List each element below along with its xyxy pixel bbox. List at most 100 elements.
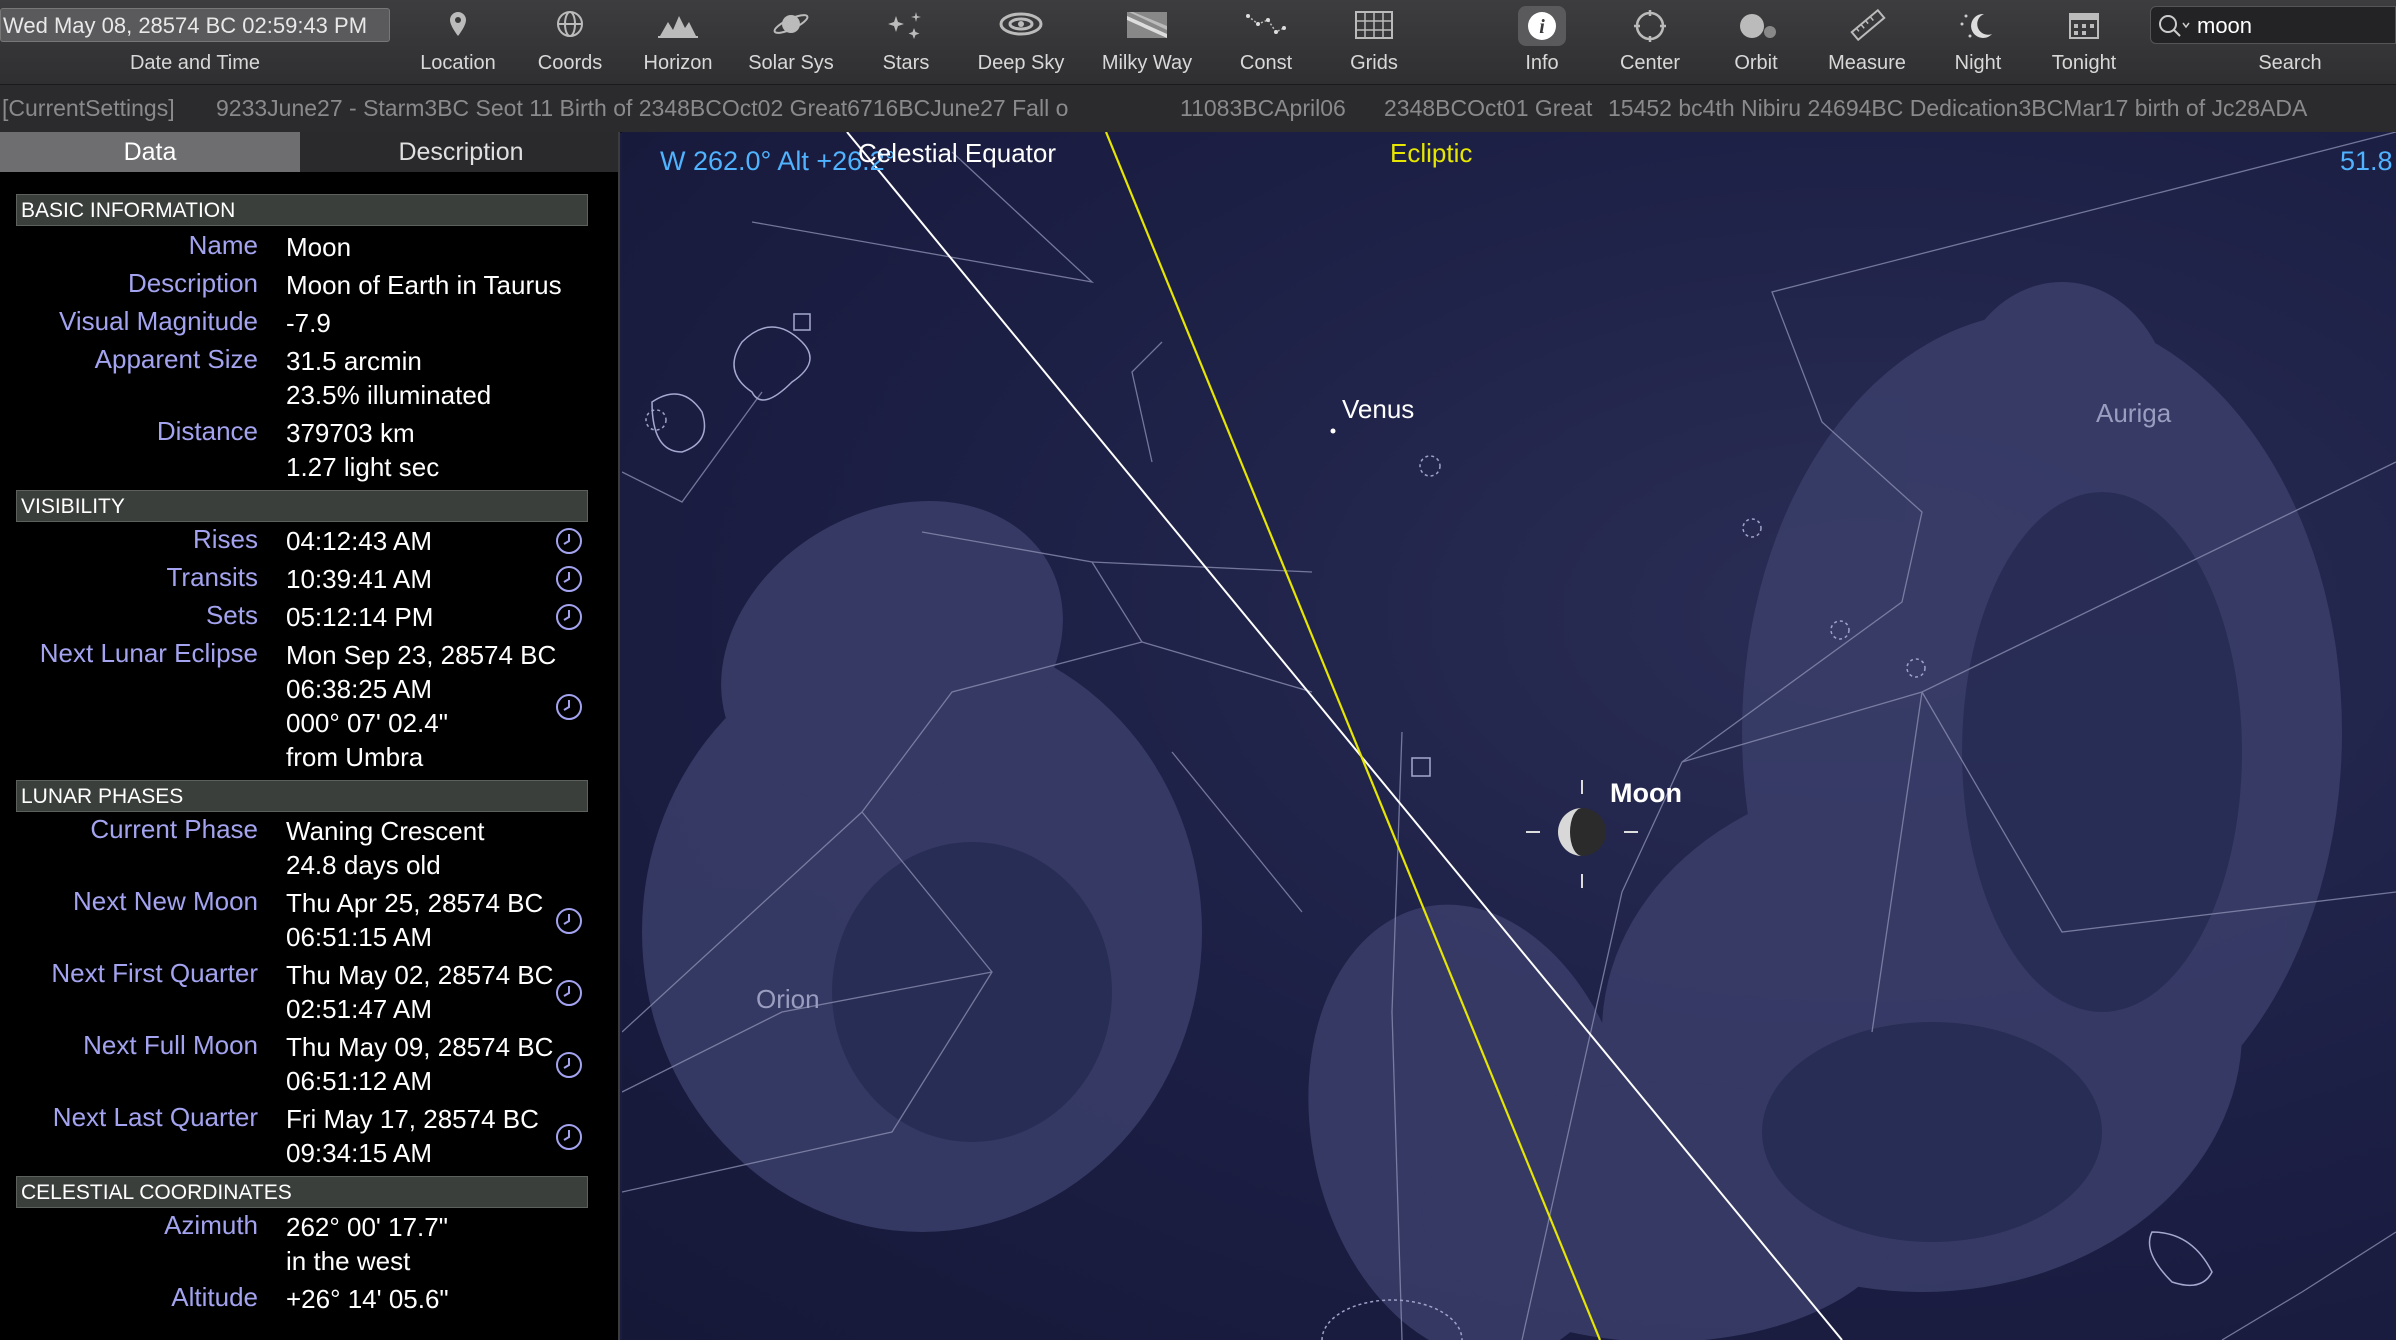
grids-label: Grids: [1350, 52, 1398, 74]
value-sets: 05:12:14 PM: [286, 602, 434, 632]
value-apparent-size: 31.5 arcmin: [286, 346, 422, 376]
datetime-field[interactable]: Wed May 08, 28574 BC 02:59:43 PM: [0, 8, 390, 42]
ticker-item[interactable]: 2348BCOct01 Great: [1384, 85, 1592, 132]
center-label: Center: [1619, 52, 1681, 74]
info-icon: i: [1518, 6, 1566, 46]
venus-label[interactable]: Venus: [1342, 394, 1414, 425]
tab-description[interactable]: Description: [302, 132, 618, 172]
milky-way-button[interactable]: Milky Way: [1096, 0, 1198, 84]
clock-icon[interactable]: [554, 564, 584, 594]
clock-icon[interactable]: [554, 978, 584, 1008]
value-first-quarter-date: Thu May 02, 28574 BC: [286, 960, 554, 990]
value-azimuth: 262° 00' 17.7": [286, 1212, 448, 1242]
orbit-button[interactable]: Orbit: [1716, 0, 1796, 84]
tonight-label: Tonight: [2051, 52, 2117, 74]
label-sets: Sets: [205, 600, 258, 630]
clock-icon[interactable]: [554, 1050, 584, 1080]
deep-sky-label: Deep Sky: [977, 52, 1065, 74]
label-transits: Transits: [166, 562, 259, 592]
ticker-current-settings[interactable]: [CurrentSettings]: [2, 85, 175, 132]
value-distance-km: 379703 km: [286, 418, 415, 448]
coords-label: Coords: [537, 52, 603, 74]
value-eclipse-date: Mon Sep 23, 28574 BC: [286, 640, 557, 670]
const-button[interactable]: Const: [1226, 0, 1306, 84]
value-azimuth-direction: in the west: [286, 1246, 411, 1276]
clock-icon[interactable]: [554, 602, 584, 632]
label-next-first-quarter: Next First Quarter: [51, 958, 258, 988]
coords-icon: [557, 11, 583, 37]
sky-view[interactable]: W 262.0° Alt +26.2° 51.8 Celestial Equat…: [622, 132, 2396, 1340]
value-last-quarter-time: 09:34:15 AM: [286, 1138, 432, 1168]
panel-tabs: Data Description: [0, 132, 618, 172]
coords-button[interactable]: Coords: [530, 0, 610, 84]
horizon-button[interactable]: Horizon: [638, 0, 718, 84]
label-name: Name: [188, 230, 258, 260]
value-full-moon-date: Thu May 09, 28574 BC: [286, 1032, 554, 1062]
deep-sky-button[interactable]: Deep Sky: [972, 0, 1070, 84]
search-icon: [2159, 15, 2190, 37]
label-next-last-quarter: Next Last Quarter: [52, 1102, 258, 1132]
horizon-label: Horizon: [643, 52, 713, 74]
label-next-full-moon: Next Full Moon: [83, 1030, 258, 1060]
ecliptic-label: Ecliptic: [1390, 138, 1473, 168]
value-first-quarter-time: 02:51:47 AM: [286, 994, 432, 1024]
orion-label[interactable]: Orion: [756, 984, 820, 1015]
clock-icon[interactable]: [554, 906, 584, 936]
toolbar: Wed May 08, 28574 BC 02:59:43 PM Date an…: [0, 0, 2396, 85]
section-lunar-phases: LUNAR PHASES: [16, 780, 588, 812]
constellation-icon: [1246, 14, 1286, 34]
value-distance-light: 1.27 light sec: [286, 452, 440, 482]
value-full-moon-time: 06:51:12 AM: [286, 1066, 432, 1096]
value-transits: 10:39:41 AM: [286, 564, 432, 594]
label-azimuth: Azimuth: [164, 1210, 258, 1240]
ticker-item[interactable]: 15452 bc4th Nibiru 24694BC Dedication3BC…: [1608, 85, 2307, 132]
orbit-label: Orbit: [1734, 52, 1778, 74]
milky-way-label: Milky Way: [1101, 52, 1193, 74]
tab-data[interactable]: Data: [0, 132, 300, 172]
value-current-phase: Waning Crescent: [286, 816, 485, 846]
location-label: Location: [420, 52, 496, 74]
value-illuminated: 23.5% illuminated: [286, 380, 492, 410]
section-basic-information: BASIC INFORMATION: [16, 194, 588, 226]
label-description: Description: [127, 268, 258, 298]
ruler-icon: [1850, 8, 1886, 42]
auriga-label[interactable]: Auriga: [2096, 398, 2171, 429]
milky-way-icon: [1127, 12, 1167, 38]
svg-text:i: i: [1539, 16, 1545, 38]
location-pin-icon: [450, 12, 466, 36]
search-input[interactable]: [2195, 10, 2394, 42]
orbit-icon: [1740, 14, 1776, 38]
venus-dot[interactable]: [1330, 428, 1336, 434]
sky-chart: [622, 132, 2396, 1340]
solar-sys-button[interactable]: Solar Sys: [746, 0, 836, 84]
label-distance: Distance: [156, 416, 258, 446]
center-button[interactable]: Center: [1610, 0, 1690, 84]
measure-button[interactable]: Measure: [1822, 0, 1912, 84]
label-current-phase: Current Phase: [90, 814, 258, 844]
tonight-button[interactable]: Tonight: [2044, 0, 2124, 84]
clock-icon[interactable]: [554, 526, 584, 556]
stars-button[interactable]: Stars: [866, 0, 946, 84]
section-celestial-coordinates: CELESTIAL COORDINATES: [16, 1176, 588, 1208]
label-apparent-size: Apparent Size: [94, 344, 258, 374]
ticker-item[interactable]: 9233June27 - Starm3BC Seot 11 Birth of 2…: [216, 85, 1068, 132]
moon-label[interactable]: Moon: [1610, 778, 1682, 809]
grids-button[interactable]: Grids: [1334, 0, 1414, 84]
settings-ticker[interactable]: [CurrentSettings] 9233June27 - Starm3BC …: [0, 85, 2396, 133]
info-button[interactable]: i Info: [1502, 0, 1582, 84]
info-label: Info: [1525, 52, 1559, 74]
value-name: Moon: [286, 232, 352, 262]
ticker-item[interactable]: 11083BCApril06: [1180, 85, 1346, 132]
clock-icon[interactable]: [554, 692, 584, 722]
label-visual-magnitude: Visual Magnitude: [59, 306, 258, 336]
search-box[interactable]: [2150, 6, 2396, 44]
horizon-icon: [658, 16, 698, 38]
stars-label: Stars: [882, 52, 930, 74]
calendar-icon: [2069, 13, 2099, 39]
clock-icon[interactable]: [554, 1122, 584, 1152]
night-button[interactable]: Night: [1938, 0, 2018, 84]
planet-icon: [773, 14, 809, 34]
stars-icon: [888, 12, 921, 39]
value-eclipse-time: 06:38:25 AM: [286, 674, 432, 704]
location-button[interactable]: Location: [418, 0, 498, 84]
